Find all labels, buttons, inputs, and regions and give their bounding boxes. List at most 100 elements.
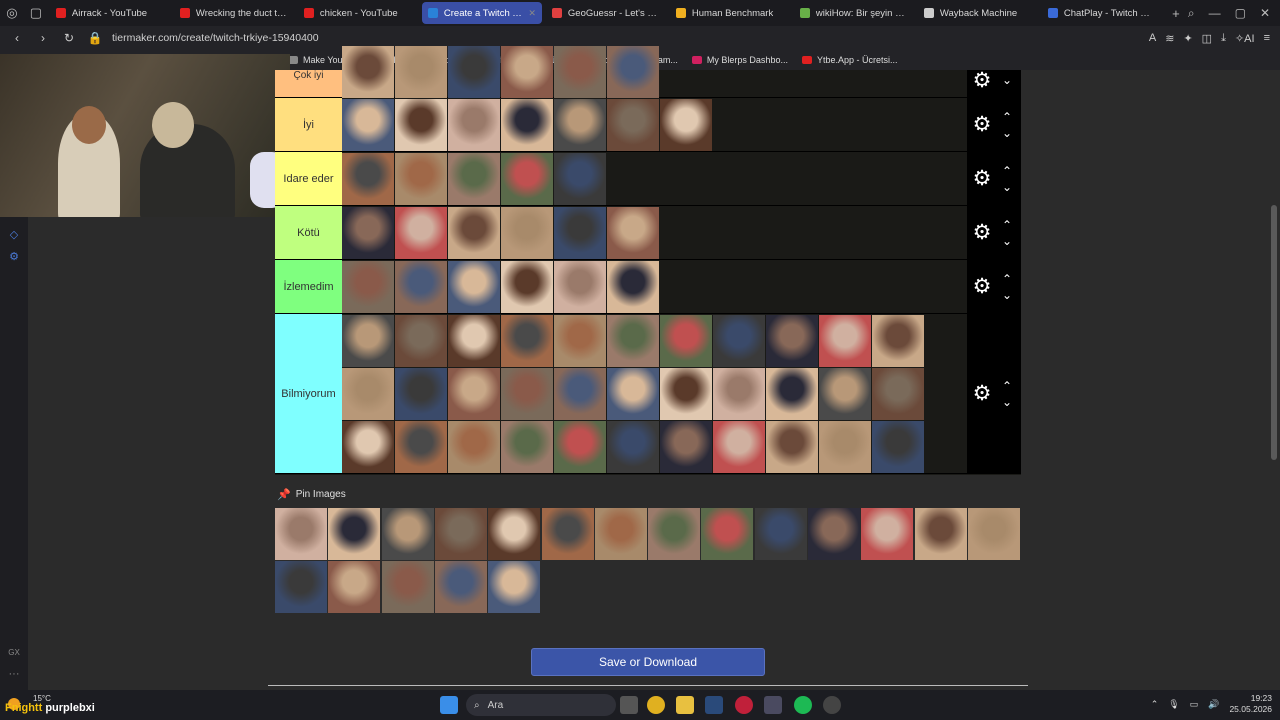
avatar-thumbnail[interactable] xyxy=(713,368,765,420)
tier-move-down-icon[interactable]: ⌄ xyxy=(1000,74,1014,86)
avatar-thumbnail[interactable] xyxy=(395,368,447,420)
avatar-thumbnail[interactable] xyxy=(660,315,712,367)
avatar-thumbnail[interactable] xyxy=(448,207,500,259)
avatar-thumbnail[interactable] xyxy=(554,46,606,98)
tier-label[interactable]: Bilmiyorum xyxy=(275,314,342,473)
tray-chevron-icon[interactable]: ⌃ xyxy=(1151,699,1159,710)
tier-label[interactable]: Kötü xyxy=(275,206,342,259)
maximize-icon[interactable]: ▢ xyxy=(1235,6,1246,21)
avatar-thumbnail[interactable] xyxy=(607,315,659,367)
reload-icon[interactable]: ↻ xyxy=(60,28,78,48)
avatar-thumbnail[interactable] xyxy=(766,368,818,420)
avatar-thumbnail[interactable] xyxy=(872,368,924,420)
avatar-thumbnail[interactable] xyxy=(501,153,553,205)
page-scrollbar[interactable] xyxy=(1268,70,1280,690)
tier-move-down-icon[interactable]: ⌄ xyxy=(1000,127,1014,139)
avatar-thumbnail[interactable] xyxy=(554,207,606,259)
back-icon[interactable]: ‹ xyxy=(8,28,26,48)
avatar-thumbnail[interactable] xyxy=(342,315,394,367)
avatar-thumbnail[interactable] xyxy=(342,207,394,259)
avatar-thumbnail[interactable] xyxy=(554,315,606,367)
browser-tab[interactable]: Create a Twitch Türkiye Ti ✕ xyxy=(421,2,542,24)
bookmark-item[interactable]: My Blerps Dashbo... xyxy=(691,55,788,65)
avatar-thumbnail[interactable] xyxy=(861,508,914,560)
tab-close-icon[interactable]: ✕ xyxy=(528,8,536,19)
avatar-thumbnail[interactable] xyxy=(342,99,394,151)
steam-icon[interactable] xyxy=(705,696,723,714)
browser-logo-icon[interactable]: ◎ xyxy=(0,0,24,26)
spotify-icon[interactable] xyxy=(794,696,812,714)
tier-move-down-icon[interactable]: ⌄ xyxy=(1000,181,1014,193)
avatar-thumbnail[interactable] xyxy=(448,99,500,151)
avatar-thumbnail[interactable] xyxy=(713,315,765,367)
taskbar-search[interactable]: ⌕ Ara xyxy=(466,694,616,716)
avatar-thumbnail[interactable] xyxy=(328,561,381,613)
tier-move-down-icon[interactable]: ⌄ xyxy=(1000,396,1014,408)
messenger-icon[interactable]: ◇ xyxy=(7,228,21,242)
avatar-thumbnail[interactable] xyxy=(701,508,754,560)
avatar-thumbnail[interactable] xyxy=(328,508,381,560)
tier-move-up-icon[interactable]: ⌃ xyxy=(1000,380,1014,392)
avatar-thumbnail[interactable] xyxy=(342,261,394,313)
avatar-thumbnail[interactable] xyxy=(395,153,447,205)
avatar-thumbnail[interactable] xyxy=(872,421,924,473)
avatar-thumbnail[interactable] xyxy=(808,508,860,560)
avatar-thumbnail[interactable] xyxy=(660,99,712,151)
avatar-thumbnail[interactable] xyxy=(434,508,487,560)
more-icon[interactable]: ··· xyxy=(7,668,21,682)
avatar-thumbnail[interactable] xyxy=(660,368,712,420)
avatar-thumbnail[interactable] xyxy=(448,421,500,473)
avatar-thumbnail[interactable] xyxy=(488,508,541,560)
avatar-thumbnail[interactable] xyxy=(395,261,447,313)
opera-gx-icon[interactable] xyxy=(735,696,753,714)
store-icon[interactable] xyxy=(764,696,782,714)
bookmark-item[interactable]: Ytbe.App - Ücretsi... xyxy=(801,55,897,65)
search-tabs-icon[interactable]: ⌕ xyxy=(1188,6,1195,21)
avatar-thumbnail[interactable] xyxy=(448,46,500,98)
avatar-thumbnail[interactable] xyxy=(819,421,871,473)
tier-move-up-icon[interactable]: ⌃ xyxy=(1000,165,1014,177)
avatar-thumbnail[interactable] xyxy=(607,99,659,151)
browser-tab[interactable]: Human Benchmark xyxy=(670,2,790,24)
avatar-thumbnail[interactable] xyxy=(554,368,606,420)
tier-move-up-icon[interactable]: ⌃ xyxy=(1000,273,1014,285)
browser-tab[interactable]: Airrack - YouTube xyxy=(50,2,170,24)
browser-tab[interactable]: GeoGuessr - Let's explo xyxy=(546,2,666,24)
tier-move-down-icon[interactable]: ⌄ xyxy=(1000,289,1014,301)
avatar-thumbnail[interactable] xyxy=(766,315,818,367)
tier-settings-gear-icon[interactable]: ⚙ xyxy=(971,168,993,190)
start-icon[interactable] xyxy=(440,696,458,714)
avatar-thumbnail[interactable] xyxy=(395,99,447,151)
avatar-thumbnail[interactable] xyxy=(594,508,647,560)
avatar-thumbnail[interactable] xyxy=(648,508,701,560)
tier-move-up-icon[interactable]: ⌃ xyxy=(1000,111,1014,123)
avatar-thumbnail[interactable] xyxy=(275,508,327,560)
avatar-thumbnail[interactable] xyxy=(541,508,594,560)
ai-icon[interactable]: ✧AI xyxy=(1235,32,1255,45)
avatar-thumbnail[interactable] xyxy=(501,315,553,367)
close-window-icon[interactable]: ✕ xyxy=(1260,6,1270,21)
download-icon[interactable]: ⤓ xyxy=(1221,32,1226,45)
avatar-thumbnail[interactable] xyxy=(381,508,434,560)
avatar-thumbnail[interactable] xyxy=(448,368,500,420)
avatar-thumbnail[interactable] xyxy=(501,207,553,259)
avatar-thumbnail[interactable] xyxy=(395,207,447,259)
browser-tab[interactable]: wikiHow: Bir şeyin nasıl xyxy=(794,2,914,24)
chrome-icon[interactable] xyxy=(647,696,665,714)
avatar-thumbnail[interactable] xyxy=(501,421,553,473)
url-field[interactable]: tiermaker.com/create/twitch-trkiye-15940… xyxy=(112,32,319,44)
tier-settings-gear-icon[interactable]: ⚙ xyxy=(971,70,993,92)
avatar-thumbnail[interactable] xyxy=(554,99,606,151)
new-tab-icon[interactable]: + xyxy=(1164,0,1188,26)
tier-label[interactable]: Idare eder xyxy=(275,152,342,205)
tier-label[interactable]: İyi xyxy=(275,98,342,151)
bookmark-item[interactable]: Make You... xyxy=(288,55,350,65)
settings-icon[interactable]: ⚙ xyxy=(7,250,21,264)
pin-images-header[interactable]: 📌 Pin Images xyxy=(277,488,346,501)
browser-tab[interactable]: chicken - YouTube xyxy=(298,2,418,24)
browser-tab[interactable]: ChatPlay - Twitch & Kick xyxy=(1042,2,1162,24)
avatar-thumbnail[interactable] xyxy=(448,315,500,367)
avatar-thumbnail[interactable] xyxy=(395,421,447,473)
avatar-thumbnail[interactable] xyxy=(275,561,327,613)
avatar-thumbnail[interactable] xyxy=(395,46,447,98)
